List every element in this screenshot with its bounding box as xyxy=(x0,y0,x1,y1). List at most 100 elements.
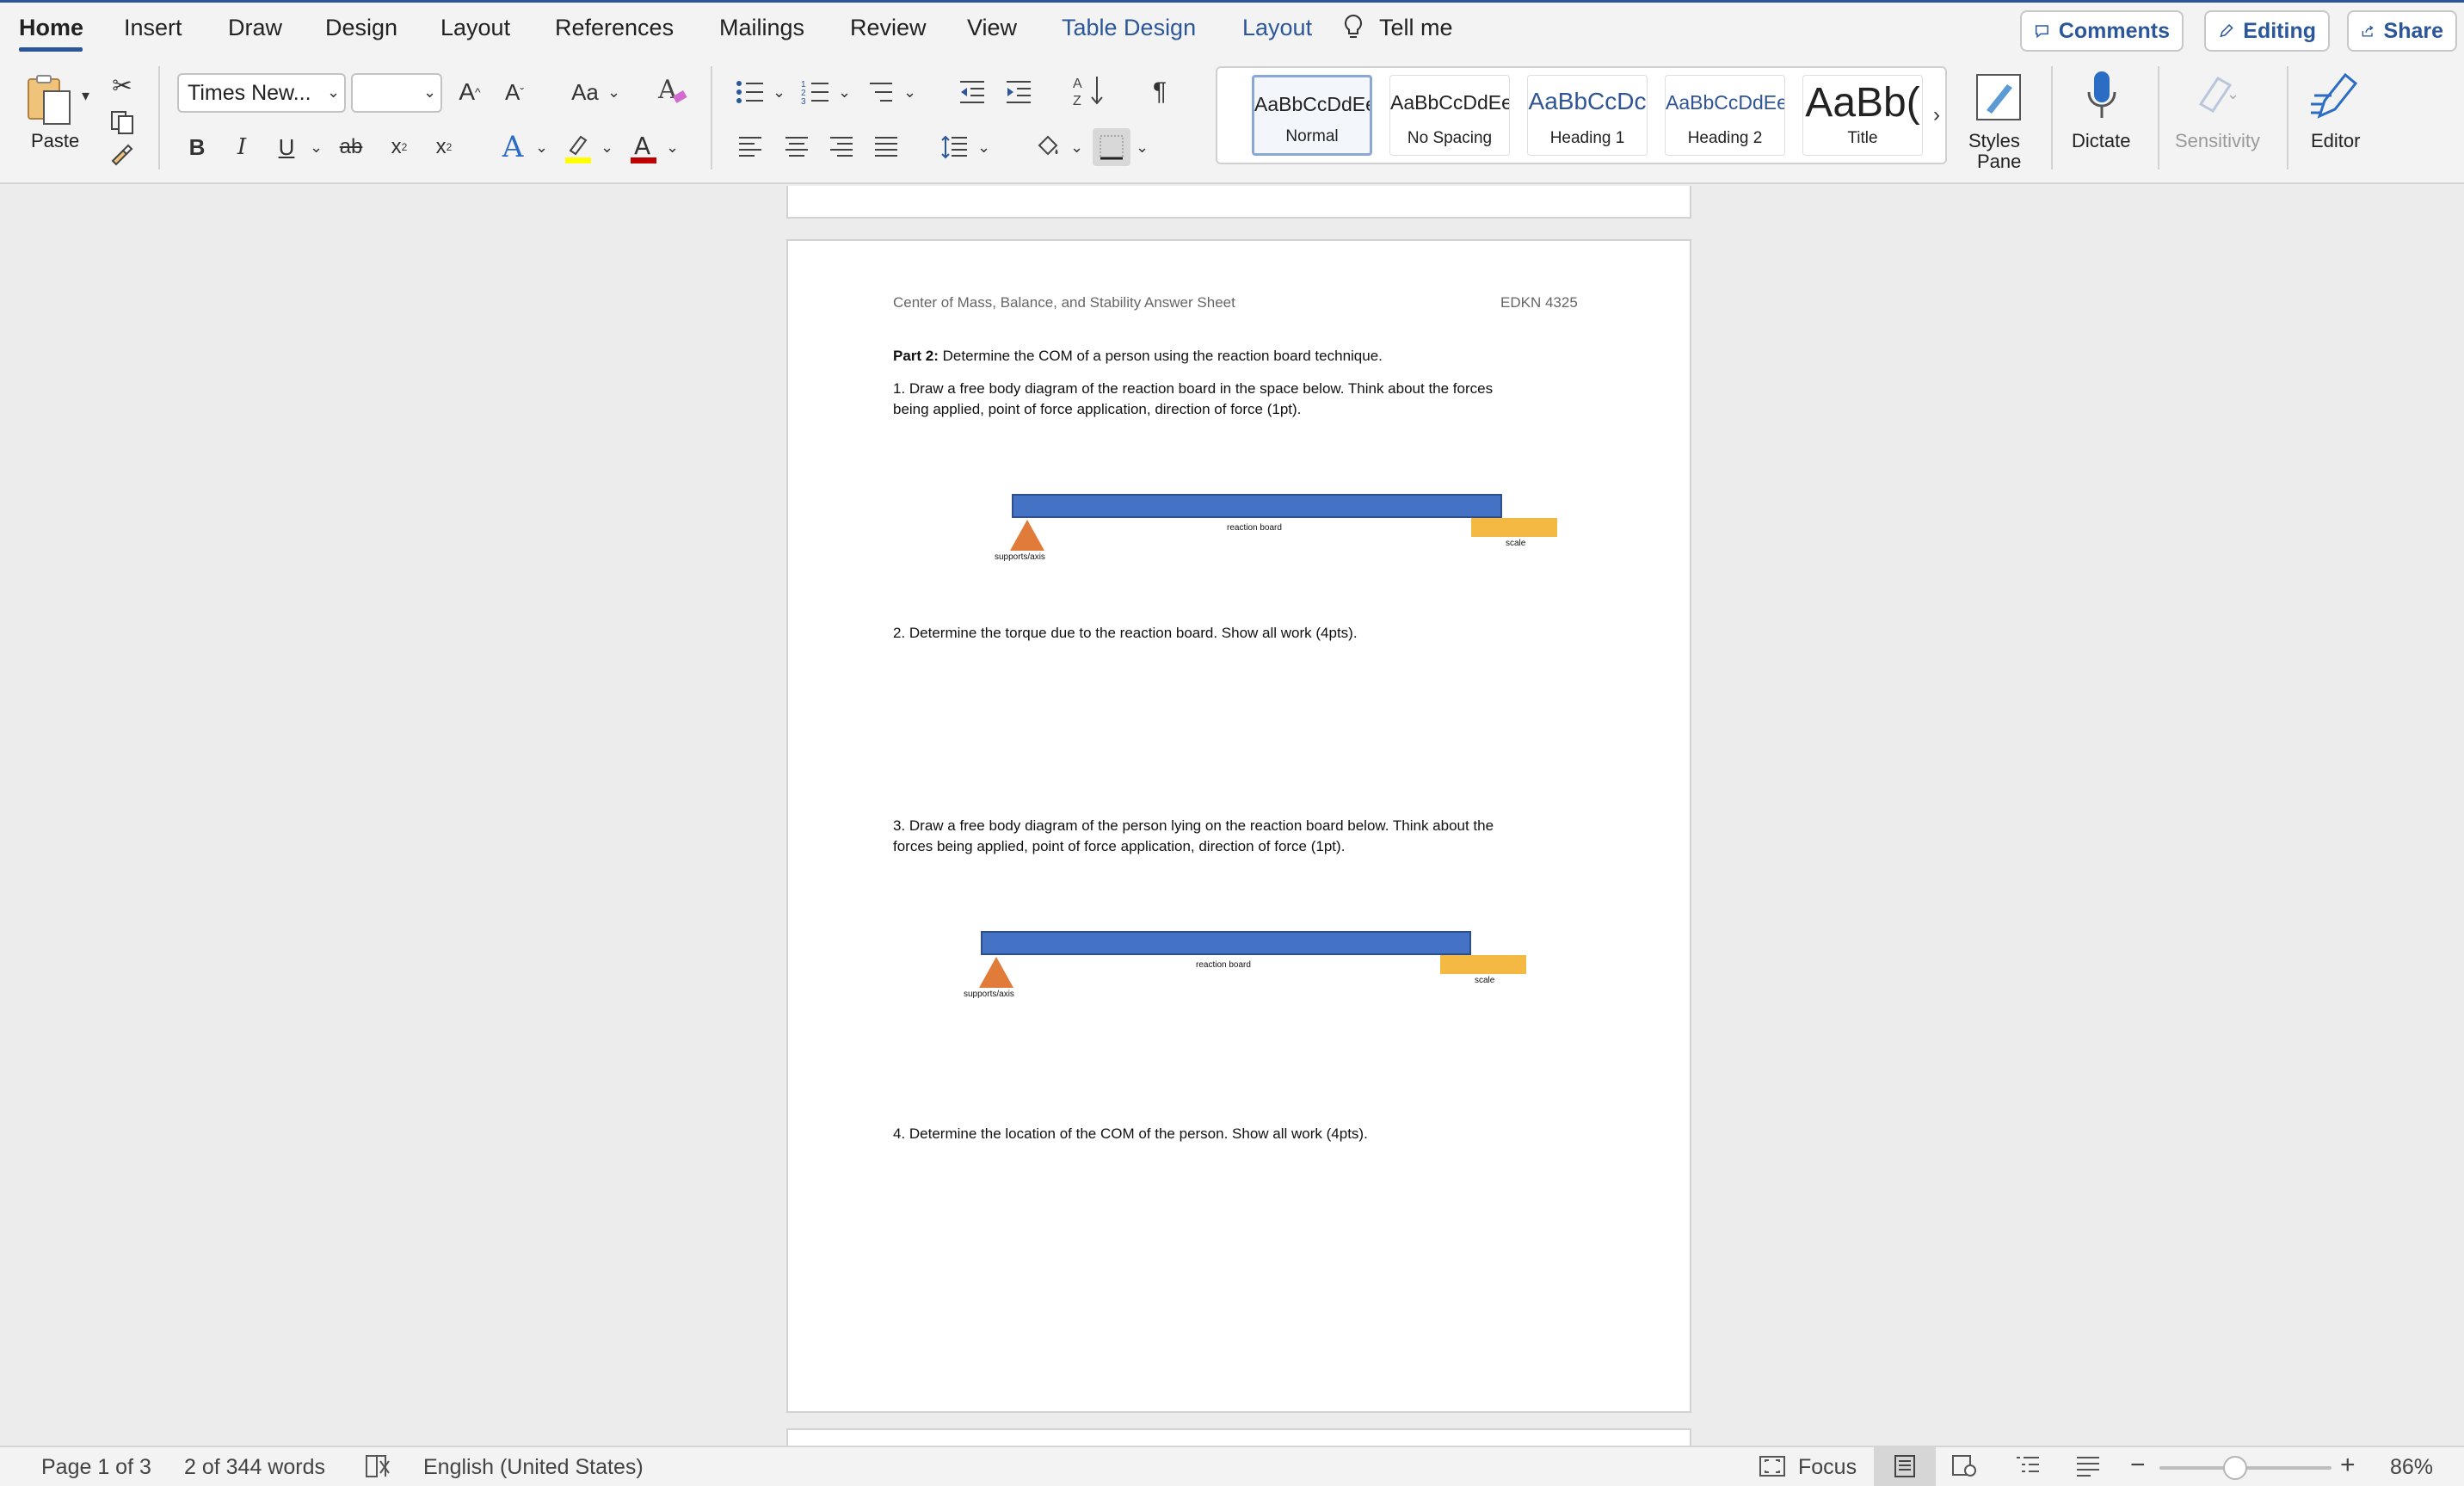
highlight-icon[interactable] xyxy=(561,130,595,166)
align-center-icon[interactable] xyxy=(779,132,814,163)
strikethrough-icon[interactable]: ab xyxy=(334,132,368,163)
style-normal[interactable]: AaBbCcDdEe Normal xyxy=(1252,75,1372,156)
chevron-down-icon: ⌄ xyxy=(903,83,917,101)
next-page xyxy=(786,1428,1691,1446)
focus-icon[interactable] xyxy=(1759,1453,1786,1485)
editor-button[interactable] xyxy=(2306,68,2366,125)
chevron-down-icon: ⌄ xyxy=(423,83,437,101)
bold-icon[interactable]: B xyxy=(182,132,212,163)
page-count[interactable]: Page 1 of 3 xyxy=(41,1455,151,1480)
sensitivity-label: Sensitivity xyxy=(2175,130,2261,151)
text-effects-icon[interactable]: A xyxy=(496,130,530,164)
print-layout-button[interactable] xyxy=(1874,1447,1936,1486)
svg-text:⌄: ⌄ xyxy=(2227,85,2239,102)
dictate-button[interactable] xyxy=(2080,68,2123,125)
part-bold: Part 2: xyxy=(893,348,939,364)
chevron-down-icon: ⌄ xyxy=(977,139,991,156)
styles-pane-button[interactable] xyxy=(1974,70,2025,126)
shading-icon[interactable] xyxy=(1031,130,1065,164)
tab-home[interactable]: Home xyxy=(19,15,83,41)
style-title[interactable]: AaBb( Title xyxy=(1802,75,1923,156)
tab-table-layout[interactable]: Layout xyxy=(1242,15,1312,41)
zoom-level[interactable]: 86% xyxy=(2390,1455,2433,1480)
draft-icon[interactable] xyxy=(2075,1454,2101,1484)
format-painter-icon[interactable] xyxy=(107,140,138,170)
justify-icon[interactable] xyxy=(869,132,903,163)
grow-font-icon[interactable]: A ^ xyxy=(453,75,487,109)
comments-button[interactable]: Comments xyxy=(2020,10,2184,52)
chevron-right-icon[interactable]: › xyxy=(1928,102,1945,128)
styles-pane-icon xyxy=(1976,74,2021,120)
increase-indent-icon[interactable] xyxy=(1001,75,1036,109)
zoom-in-button[interactable]: + xyxy=(2340,1451,2356,1480)
style-name: Heading 1 xyxy=(1549,129,1625,147)
microphone-icon xyxy=(2087,71,2116,118)
word-count[interactable]: 2 of 344 words xyxy=(184,1455,325,1480)
separator xyxy=(2158,66,2159,170)
tell-me-search[interactable]: Tell me xyxy=(1379,15,1453,41)
bullets-icon[interactable] xyxy=(733,75,767,109)
support-label: supports/axis xyxy=(964,990,1014,999)
tab-table-design[interactable]: Table Design xyxy=(1062,15,1196,41)
document-page[interactable]: Center of Mass, Balance, and Stability A… xyxy=(786,239,1691,1413)
question-1-line-1: 1. Draw a free body diagram of the react… xyxy=(893,380,1494,397)
zoom-slider-thumb[interactable] xyxy=(2223,1456,2247,1480)
chevron-down-icon: ⌄ xyxy=(535,139,549,156)
style-no-spacing[interactable]: AaBbCcDdEe No Spacing xyxy=(1389,75,1510,156)
font-color-icon[interactable]: A xyxy=(626,130,661,166)
decrease-indent-icon[interactable] xyxy=(955,75,989,109)
numbering-icon[interactable]: 123 xyxy=(798,75,833,109)
style-name: Heading 2 xyxy=(1687,129,1763,147)
web-layout-icon[interactable] xyxy=(1951,1453,1977,1485)
scale-label: scale xyxy=(1475,976,1495,985)
editor-pen-icon xyxy=(2311,72,2358,119)
underline-icon[interactable]: U xyxy=(272,132,301,163)
tab-draw[interactable]: Draw xyxy=(228,15,282,41)
chevron-down-icon: ⌄ xyxy=(838,83,852,101)
tab-review[interactable]: Review xyxy=(850,15,927,41)
scissors-icon[interactable]: ✂ xyxy=(107,70,138,101)
tab-design[interactable]: Design xyxy=(325,15,397,41)
support-label: supports/axis xyxy=(995,552,1045,562)
superscript-icon[interactable]: x2 xyxy=(428,132,459,163)
paste-button[interactable] xyxy=(22,70,79,130)
pilcrow-icon[interactable]: ¶ xyxy=(1143,75,1177,109)
pencil-icon xyxy=(2220,24,2233,38)
style-sample: AaBbCcDdEe xyxy=(1666,91,1784,114)
share-icon xyxy=(2362,25,2374,37)
style-sample: AaBbCcDdEe xyxy=(1390,91,1509,114)
align-left-icon[interactable] xyxy=(733,132,767,163)
multilevel-list-icon[interactable] xyxy=(864,75,898,109)
shrink-font-icon[interactable]: Aˇ xyxy=(497,75,532,109)
focus-button[interactable]: Focus xyxy=(1798,1455,1857,1480)
language-indicator[interactable]: English (United States) xyxy=(423,1455,644,1480)
style-heading-2[interactable]: AaBbCcDdEe Heading 2 xyxy=(1665,75,1785,156)
tab-references[interactable]: References xyxy=(555,15,674,41)
italic-icon[interactable]: I xyxy=(227,132,256,163)
zoom-out-button[interactable]: − xyxy=(2130,1451,2146,1480)
subscript-icon[interactable]: x2 xyxy=(384,132,415,163)
sort-icon[interactable]: AZ xyxy=(1070,71,1108,109)
change-case-icon[interactable]: Aa xyxy=(564,75,606,109)
line-spacing-icon[interactable] xyxy=(938,132,972,163)
tab-mailings[interactable]: Mailings xyxy=(719,15,804,41)
borders-icon[interactable] xyxy=(1093,128,1130,166)
tab-view[interactable]: View xyxy=(967,15,1017,41)
editing-button[interactable]: Editing xyxy=(2204,10,2330,52)
document-canvas[interactable]: Center of Mass, Balance, and Stability A… xyxy=(0,186,2464,1446)
style-heading-1[interactable]: AaBbCcDc Heading 1 xyxy=(1527,75,1648,156)
copy-icon[interactable] xyxy=(107,108,138,137)
paste-options-chevron[interactable]: ▾ xyxy=(82,87,89,105)
sensitivity-button[interactable]: ⌄ xyxy=(2190,68,2242,120)
share-button[interactable]: Share xyxy=(2347,10,2457,52)
styles-pane-label-2: Pane xyxy=(1977,151,2022,172)
tab-layout[interactable]: Layout xyxy=(440,15,510,41)
proofing-icon[interactable] xyxy=(363,1452,392,1486)
font-name-dropdown[interactable]: Times New... xyxy=(177,73,346,113)
align-right-icon[interactable] xyxy=(824,132,859,163)
outline-icon[interactable] xyxy=(2015,1454,2041,1484)
part-heading: Part 2: Determine the COM of a person us… xyxy=(893,346,1383,367)
tab-insert[interactable]: Insert xyxy=(124,15,182,41)
chevron-down-icon: ⌄ xyxy=(773,83,786,101)
clear-formatting-icon[interactable]: A xyxy=(654,71,692,109)
